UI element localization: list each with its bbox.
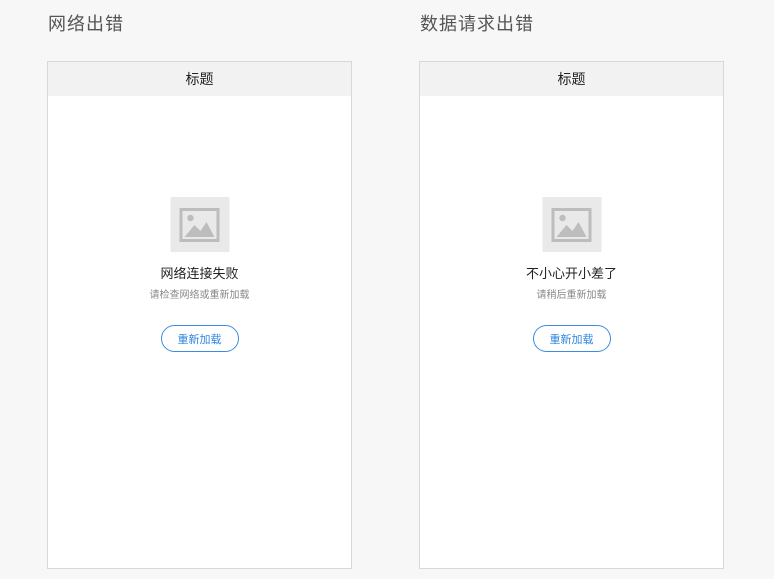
- image-placeholder-icon: [170, 197, 229, 252]
- reload-button[interactable]: 重新加载: [532, 325, 611, 352]
- navbar: 标题: [48, 62, 351, 96]
- navbar-title: 标题: [185, 72, 214, 88]
- error-message: 网络连接失败: [160, 267, 239, 282]
- navbar: 标题: [420, 62, 723, 96]
- image-placeholder-icon: [542, 197, 601, 252]
- section-title-network-error: 网络出错: [48, 14, 124, 35]
- error-hint: 请检查网络或重新加载: [149, 290, 250, 301]
- phone-frame-data-error: 标题 不小心开小差了 请稍后重新加载 重新加载: [419, 61, 724, 569]
- section-title-data-error: 数据请求出错: [420, 14, 534, 35]
- error-hint: 请稍后重新加载: [536, 290, 607, 301]
- navbar-title: 标题: [557, 72, 586, 88]
- phone-frame-network-error: 标题 网络连接失败 请检查网络或重新加载 重新加载: [47, 61, 352, 569]
- reload-button[interactable]: 重新加载: [160, 325, 239, 352]
- error-message: 不小心开小差了: [525, 267, 617, 282]
